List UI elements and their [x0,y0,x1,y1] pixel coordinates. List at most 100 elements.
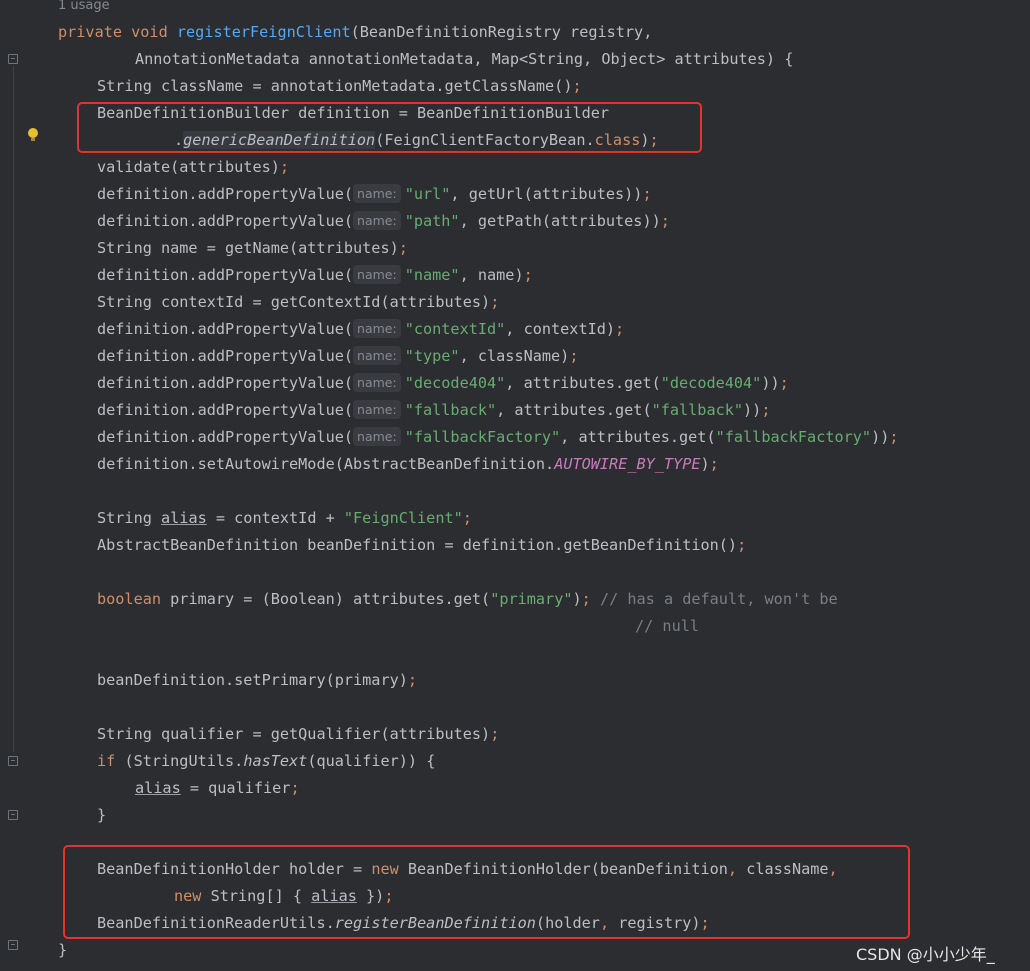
semicolon: ; [660,212,670,230]
string-literal: "fallbackFactory" [715,428,872,446]
code-line: definition.setAutowireMode(AbstractBeanD… [97,451,719,478]
code-text: (StringUtils. [115,752,244,770]
semicolon: ; [779,374,789,392]
code-text: definition.addPropertyValue( [97,320,354,338]
code-editor[interactable]: 1 usage private void registerFeignClient… [0,0,1030,971]
code-text: , name) [459,266,524,284]
keyword: if [97,752,116,770]
variable-name: alias [135,779,181,797]
code-line: definition.addPropertyValue(name: "url", … [97,181,652,208]
code-line: definition.addPropertyValue(name: "fallba… [97,424,899,451]
code-text: } [97,806,107,824]
string-literal: "path" [404,212,460,230]
keyword: private void [58,23,177,41]
string-literal: "primary" [490,590,573,608]
code-line: definition.addPropertyValue(name: "fallba… [97,397,770,424]
code-line: alias = qualifier; [135,775,300,802]
semicolon: ; [761,401,771,419]
string-literal: "fallbackFactory" [404,428,561,446]
semicolon: ; [569,347,579,365]
code-text: , getPath(attributes)) [459,212,661,230]
method-name: registerFeignClient [176,23,351,41]
code-text: , contextId) [505,320,616,338]
code-comment: // null [635,617,700,635]
usage-hint[interactable]: 1 usage [58,0,110,16]
semicolon: ; [398,239,408,257]
code-line: definition.addPropertyValue(name: "name",… [97,262,533,289]
code-text: String [97,509,162,527]
code-line: AbstractBeanDefinition beanDefinition = … [97,532,746,559]
code-line: definition.addPropertyValue(name: "path",… [97,208,670,235]
highlight-box [77,102,702,153]
string-literal: "fallback" [651,401,744,419]
code-line: } [58,937,67,964]
code-text: primary = (Boolean) attributes.get( [161,590,491,608]
semicolon: ; [615,320,625,338]
semicolon: ; [279,158,290,176]
string-literal: "contextId" [404,320,506,338]
code-text: definition.addPropertyValue( [97,185,354,203]
code-text: )) [761,374,780,392]
code-text: definition.addPropertyValue( [97,428,354,446]
parameter-hint: name: [353,211,401,230]
code-text: )) [743,401,762,419]
code-line: String className = annotationMetadata.ge… [97,73,582,100]
string-literal: "url" [404,185,451,203]
code-line: definition.addPropertyValue(name: "type",… [97,343,578,370]
code-text: validate(attributes) [97,158,280,176]
lightbulb-icon[interactable] [28,128,38,141]
parameter-hint: name: [353,400,401,419]
code-text: definition.addPropertyValue( [97,347,354,365]
code-text: String contextId = getContextId(attribut… [97,293,491,311]
code-text: } [58,941,68,959]
semicolon: ; [581,590,591,608]
parameter-hint: name: [353,319,401,338]
semicolon: ; [490,725,500,743]
parameter-hint: name: [353,265,401,284]
semicolon: ; [462,509,472,527]
fold-toggle-icon[interactable] [8,756,18,766]
code-text: String className = annotationMetadata.ge… [97,77,573,95]
indent-guide [13,66,14,752]
string-literal: "FeignClient" [343,509,463,527]
code-text: , attributes.get( [505,374,661,392]
code-line: String qualifier = getQualifier(attribut… [97,721,499,748]
code-text: , attributes.get( [496,401,652,419]
editor-gutter [0,0,40,971]
parameter-hint: name: [353,373,401,392]
code-comment: // has a default, won't be [590,590,838,608]
semicolon: ; [290,779,300,797]
code-text: AnnotationMetadata annotationMetadata, M… [135,50,794,68]
code-text: String name = getName(attributes) [97,239,399,257]
code-text: , getUrl(attributes)) [450,185,643,203]
code-line: // null [635,613,699,640]
parameter-hint: name: [353,427,401,446]
fold-toggle-icon[interactable] [8,940,18,950]
string-literal: "fallback" [404,401,497,419]
semicolon: ; [889,428,899,446]
parameter-hint: name: [353,184,401,203]
code-text: (qualifier)) { [307,752,436,770]
string-literal: "decode404" [660,374,762,392]
code-text: ) [700,455,710,473]
code-text: String qualifier = getQualifier(attribut… [97,725,491,743]
code-line: AnnotationMetadata annotationMetadata, M… [135,46,793,73]
code-text: definition.addPropertyValue( [97,374,354,392]
keyword: boolean [97,590,162,608]
code-text: = contextId + [206,509,344,527]
code-text: definition.addPropertyValue( [97,266,354,284]
highlight-box [63,845,910,939]
semicolon: ; [572,77,582,95]
fold-toggle-icon[interactable] [8,810,18,820]
code-text: ) [572,590,582,608]
code-text: definition.addPropertyValue( [97,212,354,230]
parameter-hint: name: [353,346,401,365]
code-text: = qualifier [180,779,291,797]
semicolon: ; [407,671,418,689]
fold-toggle-icon[interactable] [8,54,18,64]
semicolon: ; [642,185,652,203]
variable-name: alias [161,509,207,527]
code-line: String name = getName(attributes); [97,235,408,262]
code-line: definition.addPropertyValue(name: "decode… [97,370,789,397]
semicolon: ; [737,536,747,554]
